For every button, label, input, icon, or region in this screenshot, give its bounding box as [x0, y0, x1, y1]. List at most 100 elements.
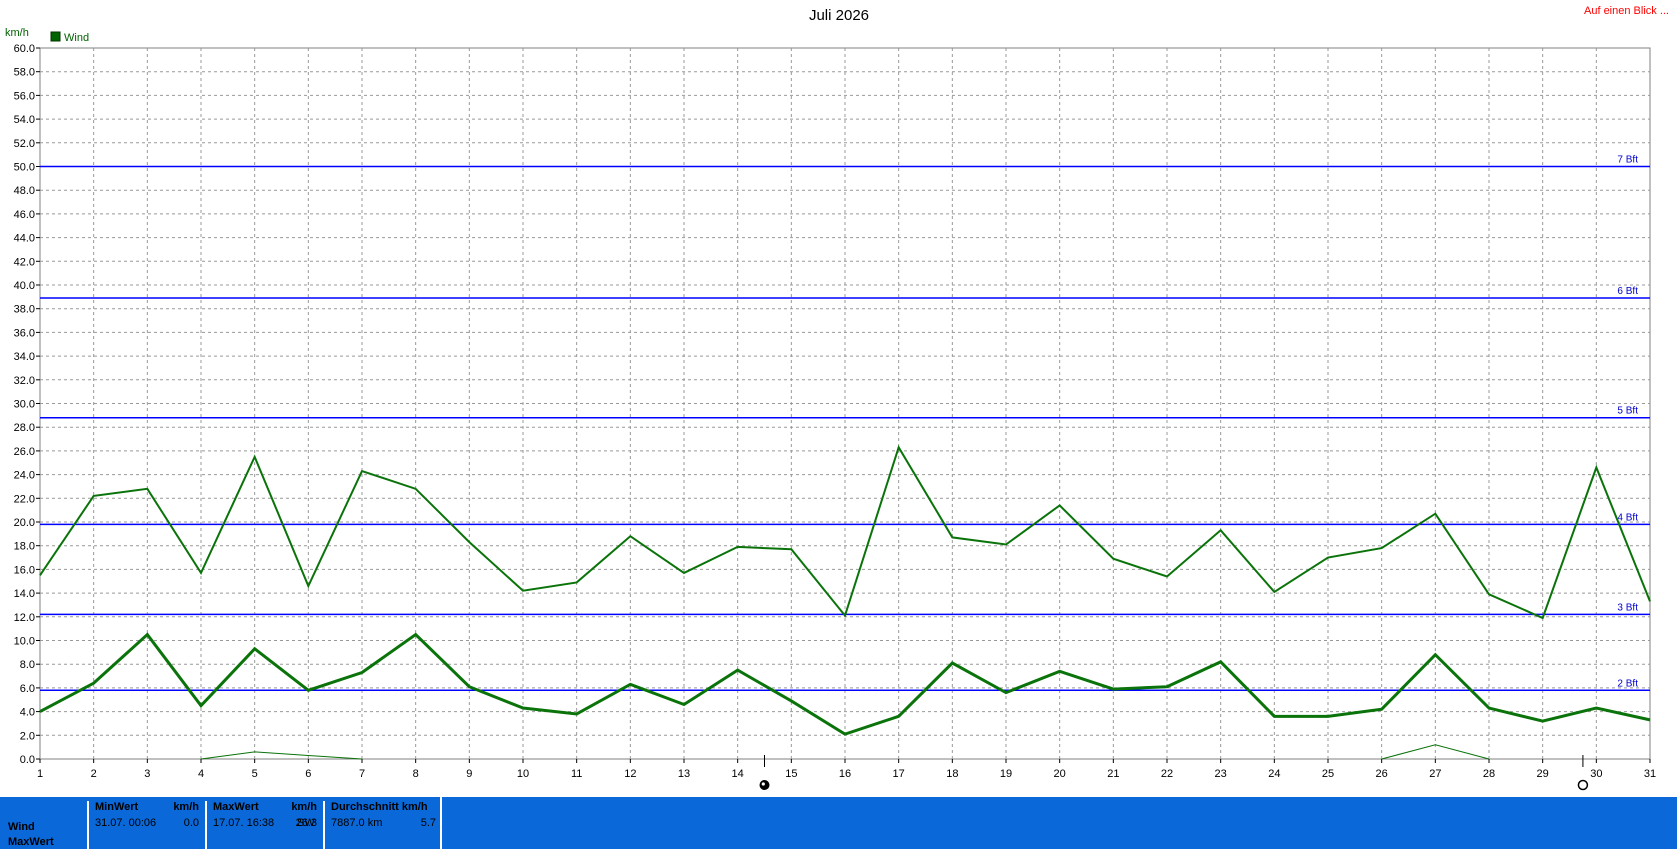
grid — [39, 47, 1651, 760]
stats-divider — [440, 797, 442, 849]
y-tick-label: 18.0 — [14, 541, 35, 553]
x-tick-label: 31 — [1644, 768, 1656, 780]
x-tick-label: 24 — [1268, 768, 1280, 780]
stats-max-value: 26.3 — [295, 817, 317, 829]
y-tick-label: 20.0 — [14, 517, 35, 529]
x-tick-label: 20 — [1054, 768, 1066, 780]
stats-min-when: 31.07. 00:06 — [95, 817, 157, 829]
new-moon-icon — [1577, 779, 1589, 791]
y-tick-label: 6.0 — [20, 683, 35, 695]
stats-avg-header: Durchschnitt km/h — [331, 801, 428, 813]
x-tick-label: 12 — [624, 768, 636, 780]
x-tick-label: 18 — [946, 768, 958, 780]
y-tick-label: 40.0 — [14, 280, 35, 292]
x-tick-label: 19 — [1000, 768, 1012, 780]
stats-panel: Wind MaxWert MinWert km/h 31.07. 00:06 0.0… — [0, 797, 1677, 849]
x-tick-label: 30 — [1590, 768, 1602, 780]
x-tick-label: 14 — [732, 768, 744, 780]
x-tick-label: 3 — [144, 768, 150, 780]
x-tick-label: 6 — [305, 768, 311, 780]
at-a-glance-link[interactable]: Auf einen Blick ... — [1584, 5, 1669, 17]
stats-avg-value: 5.7 — [420, 817, 436, 829]
x-tick-label: 27 — [1429, 768, 1441, 780]
y-tick-label: 8.0 — [20, 659, 35, 671]
stats-avg-distance: 7887.0 km — [331, 817, 383, 829]
x-tick-label: 2 — [91, 768, 97, 780]
x-tick-label: 25 — [1322, 768, 1334, 780]
y-tick-label: 54.0 — [14, 114, 35, 126]
y-tick-label: 10.0 — [14, 636, 35, 648]
x-tick-label: 13 — [678, 768, 690, 780]
x-tick-label: 7 — [359, 768, 365, 780]
y-tick-label: 22.0 — [14, 493, 35, 505]
chart-title: Juli 2026 — [809, 7, 869, 24]
x-tick-label: 4 — [198, 768, 204, 780]
x-tick-label: 23 — [1215, 768, 1227, 780]
y-tick-label: 38.0 — [14, 304, 35, 316]
beaufort-label: 6 Bft — [1617, 286, 1638, 297]
beaufort-label: 2 Bft — [1617, 678, 1638, 689]
y-tick-label: 2.0 — [20, 730, 35, 742]
y-tick-label: 56.0 — [14, 90, 35, 102]
y-tick-label: 30.0 — [14, 399, 35, 411]
y-tick-label: 44.0 — [14, 233, 35, 245]
x-tick-label: 16 — [839, 768, 851, 780]
y-tick-label: 26.0 — [14, 446, 35, 458]
series-line-max — [39, 444, 1651, 620]
y-tick-label: 14.0 — [14, 588, 35, 600]
y-tick-label: 32.0 — [14, 375, 35, 387]
series-line-min — [200, 751, 363, 760]
x-tick-label: 15 — [785, 768, 797, 780]
y-tick-label: 46.0 — [14, 209, 35, 221]
stats-row-label-wind: Wind — [8, 821, 35, 833]
y-unit-label: km/h — [5, 27, 29, 39]
x-tick-label: 8 — [413, 768, 419, 780]
y-tick-label: 36.0 — [14, 327, 35, 339]
stats-avg-box: Durchschnitt km/h 7887.0 km 5.7 — [323, 801, 440, 849]
y-tick-label: 58.0 — [14, 67, 35, 79]
stats-min-box: MinWert km/h 31.07. 00:06 0.0 — [87, 801, 203, 849]
legend-swatch — [50, 31, 61, 42]
stats-min-unit: km/h — [173, 801, 199, 813]
y-tick-label: 24.0 — [14, 470, 35, 482]
stats-min-value: 0.0 — [183, 817, 199, 829]
stats-max-box: MaxWert km/h 17.07. 16:38 SW 26.3 — [205, 801, 321, 849]
legend-label: Wind — [64, 32, 89, 44]
moon-phases — [759, 755, 1589, 791]
beaufort-label: 5 Bft — [1617, 406, 1638, 417]
stats-max-unit: km/h — [291, 801, 317, 813]
x-tick-label: 22 — [1161, 768, 1173, 780]
x-tick-label: 10 — [517, 768, 529, 780]
y-tick-label: 42.0 — [14, 256, 35, 268]
x-tick-label: 29 — [1537, 768, 1549, 780]
stats-max-when: 17.07. 16:38 — [213, 817, 275, 829]
wind-chart: Juli 2026 km/h Wind 2 Bft 3 Bft 4 Bft 5 Bft… — [5, 7, 1656, 791]
moon-highlight — [761, 782, 765, 786]
x-axis: 1 2 3 4 5 6 7 8 9 10 11 12 13 14 15 16 17 18 19 20 21 22 23 24 2… — [37, 759, 1656, 780]
beaufort-label: 3 Bft — [1617, 602, 1638, 613]
stats-min-header: MinWert — [95, 801, 139, 813]
x-tick-label: 11 — [571, 768, 582, 780]
y-tick-label: 34.0 — [14, 351, 35, 363]
y-tick-label: 4.0 — [20, 707, 35, 719]
y-tick-label: 12.0 — [14, 612, 35, 624]
x-tick-label: 9 — [466, 768, 472, 780]
y-tick-label: 60.0 — [14, 43, 35, 55]
y-tick-label: 52.0 — [14, 138, 35, 150]
stats-max-header: MaxWert — [213, 801, 259, 813]
x-tick-label: 21 — [1107, 768, 1119, 780]
beaufort-label: 7 Bft — [1617, 155, 1638, 166]
x-tick-label: 17 — [893, 768, 905, 780]
stats-row-label-maxwert: MaxWert — [8, 836, 54, 848]
y-tick-label: 16.0 — [14, 564, 35, 576]
y-axis: 0.0 2.0 4.0 6.0 8.0 10.0 12.0 14.0 16.0 18.0 20.0 2… — [14, 43, 40, 766]
x-tick-label: 28 — [1483, 768, 1495, 780]
y-tick-label: 48.0 — [14, 185, 35, 197]
x-tick-label: 26 — [1376, 768, 1388, 780]
x-tick-label: 5 — [252, 768, 258, 780]
y-tick-label: 0.0 — [20, 754, 35, 766]
y-tick-label: 28.0 — [14, 422, 35, 434]
beaufort-label: 4 Bft — [1617, 512, 1638, 523]
y-tick-label: 50.0 — [14, 162, 35, 174]
x-tick-label: 1 — [37, 768, 43, 780]
